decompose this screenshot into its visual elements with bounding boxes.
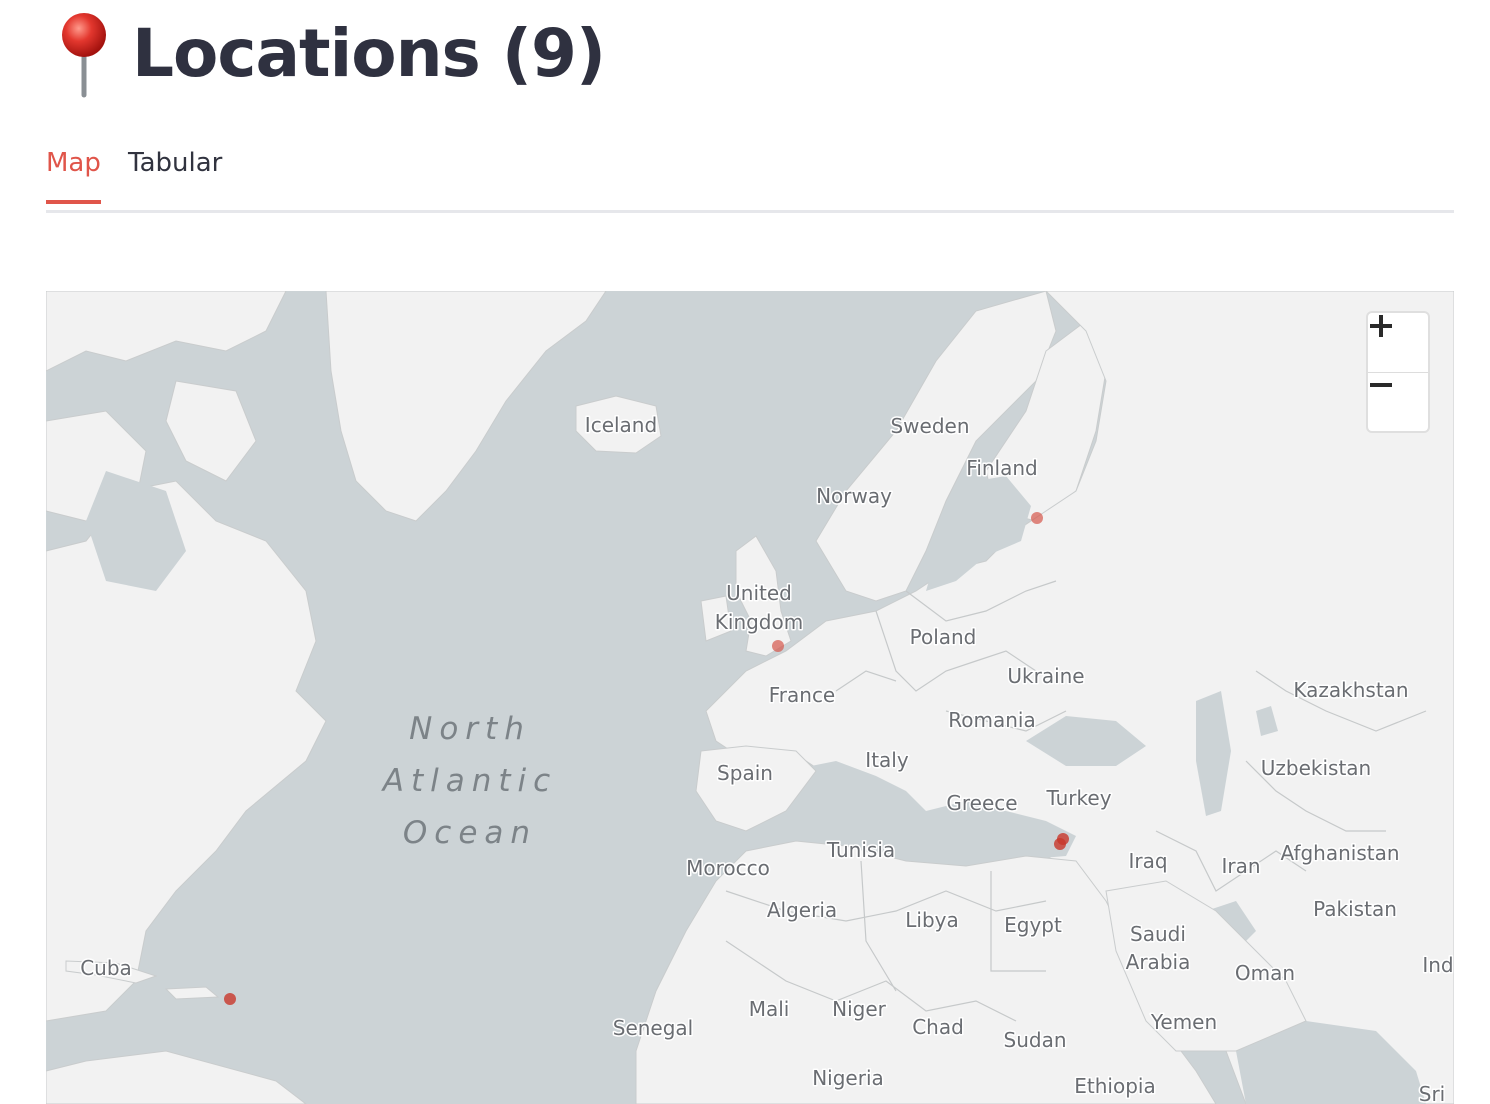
map-label-united: United — [726, 581, 792, 605]
page-title: Locations (9) — [132, 15, 606, 92]
map-label-france: France — [769, 683, 836, 707]
tab-map[interactable]: Map — [46, 148, 101, 204]
map-label-spain: Spain — [717, 761, 773, 785]
map-label-algeria: Algeria — [767, 898, 837, 922]
map-label-tunisia: Tunisia — [826, 838, 895, 862]
map-label-mali: Mali — [749, 997, 790, 1021]
map-label-romania: Romania — [948, 708, 1035, 732]
location-marker-london[interactable] — [772, 640, 784, 652]
location-marker-st-petersburg[interactable] — [1031, 512, 1043, 524]
map-label-senegal: Senegal — [613, 1016, 694, 1040]
ocean-label-line3: Ocean — [403, 815, 537, 851]
map-label-ukraine: Ukraine — [1007, 664, 1084, 688]
zoom-control — [1368, 313, 1428, 431]
map-label-cuba: Cuba — [80, 956, 132, 980]
map-label-libya: Libya — [905, 908, 959, 932]
zoom-out-button[interactable] — [1368, 372, 1428, 431]
map-label-oman: Oman — [1235, 961, 1295, 985]
map-label-ind: Ind — [1422, 953, 1453, 977]
map-label-nigeria: Nigeria — [812, 1066, 884, 1090]
location-marker-puerto-rico[interactable] — [224, 993, 236, 1005]
minus-icon — [1370, 383, 1392, 387]
zoom-in-button[interactable] — [1368, 313, 1428, 373]
map-label-afghanistan: Afghanistan — [1280, 841, 1399, 865]
map-label-iceland: Iceland — [585, 413, 657, 437]
page-heading: Locations (9) — [46, 4, 606, 104]
map-label-kingdom: Kingdom — [715, 610, 803, 634]
map-label-morocco: Morocco — [686, 856, 770, 880]
location-marker-cyprus-2[interactable] — [1054, 838, 1066, 850]
map-label-sri: Sri — [1419, 1082, 1445, 1104]
map-label-pakistan: Pakistan — [1313, 897, 1397, 921]
map-label-greece: Greece — [946, 791, 1017, 815]
map-view[interactable]: North Atlantic Ocean Iceland Sweden Finl… — [46, 291, 1454, 1104]
map-label-saudi: Saudi — [1130, 922, 1186, 946]
map-label-iraq: Iraq — [1128, 849, 1167, 873]
ocean-label-line2: Atlantic — [381, 763, 557, 799]
map-label-iran: Iran — [1221, 854, 1260, 878]
tab-tabular[interactable]: Tabular — [128, 148, 222, 200]
map-label-egypt: Egypt — [1004, 913, 1062, 937]
map-label-yemen: Yemen — [1150, 1010, 1217, 1034]
map-label-turkey: Turkey — [1045, 786, 1111, 810]
ocean-label-line1: North — [409, 711, 531, 747]
map-label-kazakhstan: Kazakhstan — [1293, 678, 1408, 702]
round-pushpin-icon — [62, 13, 106, 98]
map-label-sweden: Sweden — [890, 414, 969, 438]
map-label-norway: Norway — [816, 484, 892, 508]
map-label-italy: Italy — [865, 748, 909, 772]
page: Locations (9) Map Tabular North Atlantic… — [0, 0, 1490, 1104]
plus-icon — [1370, 315, 1392, 337]
map-label-sudan: Sudan — [1004, 1028, 1067, 1052]
map-label-finland: Finland — [966, 456, 1037, 480]
map-label-uzbekistan: Uzbekistan — [1261, 756, 1371, 780]
map-label-chad: Chad — [912, 1015, 964, 1039]
tab-bar: Map Tabular — [46, 140, 1454, 213]
map-label-niger: Niger — [832, 997, 887, 1021]
map-canvas[interactable]: North Atlantic Ocean Iceland Sweden Finl… — [46, 291, 1454, 1104]
map-label-arabia: Arabia — [1126, 950, 1191, 974]
map-label-poland: Poland — [910, 625, 977, 649]
map-label-ethiopia: Ethiopia — [1074, 1074, 1155, 1098]
